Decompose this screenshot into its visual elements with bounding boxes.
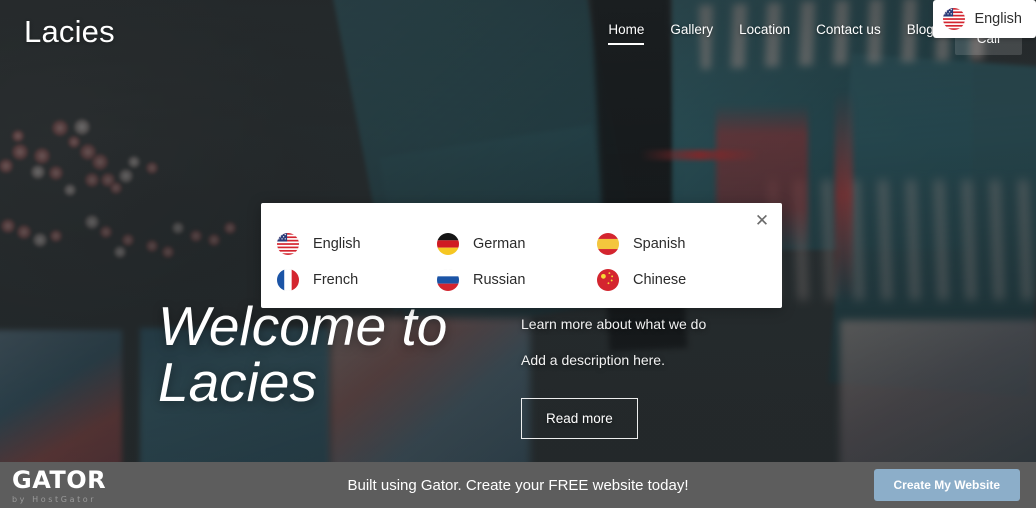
site-header: Lacies Home Gallery Location Contact us … [0,0,1036,68]
language-option-german[interactable]: German [437,226,597,262]
language-option-label: Spanish [633,236,685,252]
hero-title-block: Welcome to Lacies [158,298,498,410]
cn-flag-icon [597,269,619,291]
ru-flag-icon [437,269,459,291]
gator-logo-subtitle: by HostGator [12,495,122,504]
language-modal: ✕ English German Spanish French Russian … [261,203,782,308]
nav-item-gallery[interactable]: Gallery [657,22,726,45]
de-flag-icon [437,233,459,255]
language-option-chinese[interactable]: Chinese [597,262,757,298]
us-flag-icon [943,8,965,30]
nav-item-location[interactable]: Location [726,22,803,45]
language-option-grid: English German Spanish French Russian Ch… [261,226,782,298]
hero-title-line-2: Lacies [158,354,498,410]
language-option-english[interactable]: English [277,226,437,262]
language-option-label: French [313,272,358,288]
language-selector-pill[interactable]: English [933,0,1036,38]
language-option-label: English [313,236,361,252]
read-more-button[interactable]: Read more [521,398,638,439]
language-option-russian[interactable]: Russian [437,262,597,298]
hero-content-block: Learn more about what we do Add a descri… [521,316,851,439]
fr-flag-icon [277,269,299,291]
language-option-label: German [473,236,525,252]
language-option-label: Russian [473,272,525,288]
us-flag-icon [277,233,299,255]
language-option-french[interactable]: French [277,262,437,298]
nav-item-home[interactable]: Home [595,22,657,45]
es-flag-icon [597,233,619,255]
language-option-spanish[interactable]: Spanish [597,226,757,262]
gator-promo-bar: GATOR by HostGator Built using Gator. Cr… [0,462,1036,508]
create-my-website-button[interactable]: Create My Website [874,469,1020,501]
nav-item-contact-us[interactable]: Contact us [803,22,894,45]
hero-subtitle: Learn more about what we do [521,316,851,332]
hero-description: Add a description here. [521,352,851,368]
language-selector-label: English [974,11,1022,27]
language-option-label: Chinese [633,272,686,288]
page-root: Lacies Home Gallery Location Contact us … [0,0,1036,508]
brand-logo[interactable]: Lacies [24,14,115,50]
